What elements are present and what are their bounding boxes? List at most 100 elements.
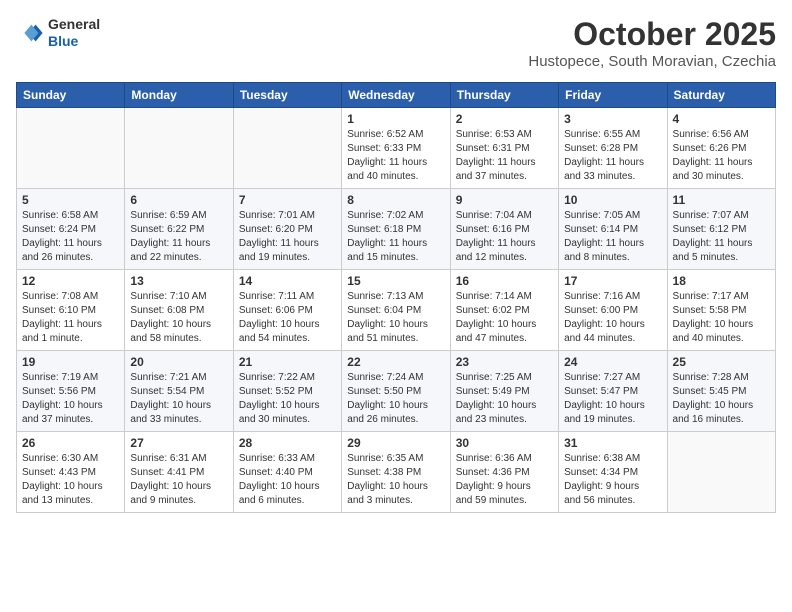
calendar-cell: 12 Sunrise: 7:08 AM Sunset: 6:10 PM Dayli… (17, 270, 125, 351)
calendar-header-row: SundayMondayTuesdayWednesdayThursdayFrid… (17, 83, 776, 108)
day-number: 20 (130, 355, 227, 369)
page-header: General Blue October 2025 Hustopece, Sou… (16, 16, 776, 70)
day-number: 6 (130, 193, 227, 207)
title-block: October 2025 Hustopece, South Moravian, … (528, 16, 776, 70)
calendar-week-row: 19 Sunrise: 7:19 AM Sunset: 5:56 PM Dayli… (17, 351, 776, 432)
day-number: 24 (564, 355, 661, 369)
day-number: 25 (673, 355, 770, 369)
calendar-table: SundayMondayTuesdayWednesdayThursdayFrid… (16, 82, 776, 513)
calendar-cell (233, 108, 341, 189)
calendar-cell (125, 108, 233, 189)
day-info: Sunrise: 7:01 AM Sunset: 6:20 PM Dayligh… (239, 209, 336, 265)
day-number: 12 (22, 274, 119, 288)
calendar-cell: 6 Sunrise: 6:59 AM Sunset: 6:22 PM Daylig… (125, 189, 233, 270)
calendar-cell: 27 Sunrise: 6:31 AM Sunset: 4:41 PM Dayli… (125, 432, 233, 513)
calendar-cell: 18Sunrise: 7:17 AM Sunset: 5:58 PM Dayli… (667, 270, 775, 351)
day-number: 27 (130, 436, 227, 450)
day-number: 26 (22, 436, 119, 450)
logo-blue: Blue (48, 33, 100, 50)
calendar-cell: 11 Sunrise: 7:07 AM Sunset: 6:12 PM Dayli… (667, 189, 775, 270)
day-of-week-header: Monday (125, 83, 233, 108)
day-info: Sunrise: 6:56 AM Sunset: 6:26 PM Dayligh… (673, 128, 770, 184)
day-info: Sunrise: 6:33 AM Sunset: 4:40 PM Dayligh… (239, 452, 336, 508)
day-number: 16 (456, 274, 553, 288)
calendar-cell: 31Sunrise: 6:38 AM Sunset: 4:34 PM Dayli… (559, 432, 667, 513)
day-info: Sunrise: 6:59 AM Sunset: 6:22 PM Dayligh… (130, 209, 227, 265)
logo-general: General (48, 16, 100, 33)
calendar-body: 1 Sunrise: 6:52 AM Sunset: 6:33 PM Daylig… (17, 108, 776, 513)
day-number: 8 (347, 193, 444, 207)
day-info: Sunrise: 7:28 AM Sunset: 5:45 PM Dayligh… (673, 371, 770, 427)
day-number: 19 (22, 355, 119, 369)
month-title: October 2025 (528, 16, 776, 53)
calendar-cell: 16 Sunrise: 7:14 AM Sunset: 6:02 PM Dayli… (450, 270, 558, 351)
day-info: Sunrise: 6:36 AM Sunset: 4:36 PM Dayligh… (456, 452, 553, 508)
logo: General Blue (16, 16, 100, 50)
day-of-week-header: Thursday (450, 83, 558, 108)
day-number: 22 (347, 355, 444, 369)
calendar-cell: 29 Sunrise: 6:35 AM Sunset: 4:38 PM Dayli… (342, 432, 450, 513)
calendar-cell: 10 Sunrise: 7:05 AM Sunset: 6:14 PM Dayli… (559, 189, 667, 270)
day-of-week-header: Wednesday (342, 83, 450, 108)
calendar-cell: 21 Sunrise: 7:22 AM Sunset: 5:52 PM Dayli… (233, 351, 341, 432)
calendar-week-row: 26 Sunrise: 6:30 AM Sunset: 4:43 PM Dayli… (17, 432, 776, 513)
day-info: Sunrise: 7:05 AM Sunset: 6:14 PM Dayligh… (564, 209, 661, 265)
calendar-cell: 23Sunrise: 7:25 AM Sunset: 5:49 PM Dayli… (450, 351, 558, 432)
calendar-cell: 24Sunrise: 7:27 AM Sunset: 5:47 PM Dayli… (559, 351, 667, 432)
day-info: Sunrise: 6:30 AM Sunset: 4:43 PM Dayligh… (22, 452, 119, 508)
day-number: 29 (347, 436, 444, 450)
day-info: Sunrise: 7:11 AM Sunset: 6:06 PM Dayligh… (239, 290, 336, 346)
day-number: 21 (239, 355, 336, 369)
calendar-cell: 3Sunrise: 6:55 AM Sunset: 6:28 PM Daylig… (559, 108, 667, 189)
day-number: 11 (673, 193, 770, 207)
day-info: Sunrise: 7:24 AM Sunset: 5:50 PM Dayligh… (347, 371, 444, 427)
calendar-cell: 1 Sunrise: 6:52 AM Sunset: 6:33 PM Daylig… (342, 108, 450, 189)
day-number: 10 (564, 193, 661, 207)
logo-text: General Blue (48, 16, 100, 50)
day-info: Sunrise: 7:13 AM Sunset: 6:04 PM Dayligh… (347, 290, 444, 346)
day-of-week-header: Saturday (667, 83, 775, 108)
day-info: Sunrise: 7:02 AM Sunset: 6:18 PM Dayligh… (347, 209, 444, 265)
day-number: 2 (456, 112, 553, 126)
day-of-week-header: Friday (559, 83, 667, 108)
calendar-cell: 5Sunrise: 6:58 AM Sunset: 6:24 PM Daylig… (17, 189, 125, 270)
day-info: Sunrise: 7:07 AM Sunset: 6:12 PM Dayligh… (673, 209, 770, 265)
calendar-cell: 28 Sunrise: 6:33 AM Sunset: 4:40 PM Dayli… (233, 432, 341, 513)
day-number: 31 (564, 436, 661, 450)
day-number: 30 (456, 436, 553, 450)
calendar-cell: 30 Sunrise: 6:36 AM Sunset: 4:36 PM Dayli… (450, 432, 558, 513)
day-info: Sunrise: 7:21 AM Sunset: 5:54 PM Dayligh… (130, 371, 227, 427)
day-info: Sunrise: 7:19 AM Sunset: 5:56 PM Dayligh… (22, 371, 119, 427)
day-info: Sunrise: 7:14 AM Sunset: 6:02 PM Dayligh… (456, 290, 553, 346)
day-of-week-header: Sunday (17, 83, 125, 108)
logo-icon (16, 19, 44, 47)
calendar-cell: 8 Sunrise: 7:02 AM Sunset: 6:18 PM Daylig… (342, 189, 450, 270)
calendar-week-row: 12 Sunrise: 7:08 AM Sunset: 6:10 PM Dayli… (17, 270, 776, 351)
day-number: 7 (239, 193, 336, 207)
day-info: Sunrise: 7:17 AM Sunset: 5:58 PM Dayligh… (673, 290, 770, 346)
calendar-cell: 22 Sunrise: 7:24 AM Sunset: 5:50 PM Dayli… (342, 351, 450, 432)
calendar-cell: 9Sunrise: 7:04 AM Sunset: 6:16 PM Daylig… (450, 189, 558, 270)
calendar-cell: 26 Sunrise: 6:30 AM Sunset: 4:43 PM Dayli… (17, 432, 125, 513)
calendar-cell: 17Sunrise: 7:16 AM Sunset: 6:00 PM Dayli… (559, 270, 667, 351)
day-info: Sunrise: 6:35 AM Sunset: 4:38 PM Dayligh… (347, 452, 444, 508)
calendar-cell: 25 Sunrise: 7:28 AM Sunset: 5:45 PM Dayli… (667, 351, 775, 432)
day-info: Sunrise: 6:52 AM Sunset: 6:33 PM Dayligh… (347, 128, 444, 184)
day-info: Sunrise: 7:16 AM Sunset: 6:00 PM Dayligh… (564, 290, 661, 346)
day-number: 15 (347, 274, 444, 288)
day-info: Sunrise: 7:08 AM Sunset: 6:10 PM Dayligh… (22, 290, 119, 346)
day-number: 28 (239, 436, 336, 450)
day-number: 1 (347, 112, 444, 126)
day-of-week-header: Tuesday (233, 83, 341, 108)
calendar-cell: 14 Sunrise: 7:11 AM Sunset: 6:06 PM Dayli… (233, 270, 341, 351)
day-info: Sunrise: 7:22 AM Sunset: 5:52 PM Dayligh… (239, 371, 336, 427)
day-number: 4 (673, 112, 770, 126)
calendar-cell: 4 Sunrise: 6:56 AM Sunset: 6:26 PM Daylig… (667, 108, 775, 189)
day-info: Sunrise: 6:31 AM Sunset: 4:41 PM Dayligh… (130, 452, 227, 508)
calendar-cell: 15 Sunrise: 7:13 AM Sunset: 6:04 PM Dayli… (342, 270, 450, 351)
location: Hustopece, South Moravian, Czechia (528, 53, 776, 70)
day-number: 14 (239, 274, 336, 288)
day-info: Sunrise: 7:10 AM Sunset: 6:08 PM Dayligh… (130, 290, 227, 346)
day-info: Sunrise: 6:58 AM Sunset: 6:24 PM Dayligh… (22, 209, 119, 265)
calendar-cell: 13Sunrise: 7:10 AM Sunset: 6:08 PM Dayli… (125, 270, 233, 351)
